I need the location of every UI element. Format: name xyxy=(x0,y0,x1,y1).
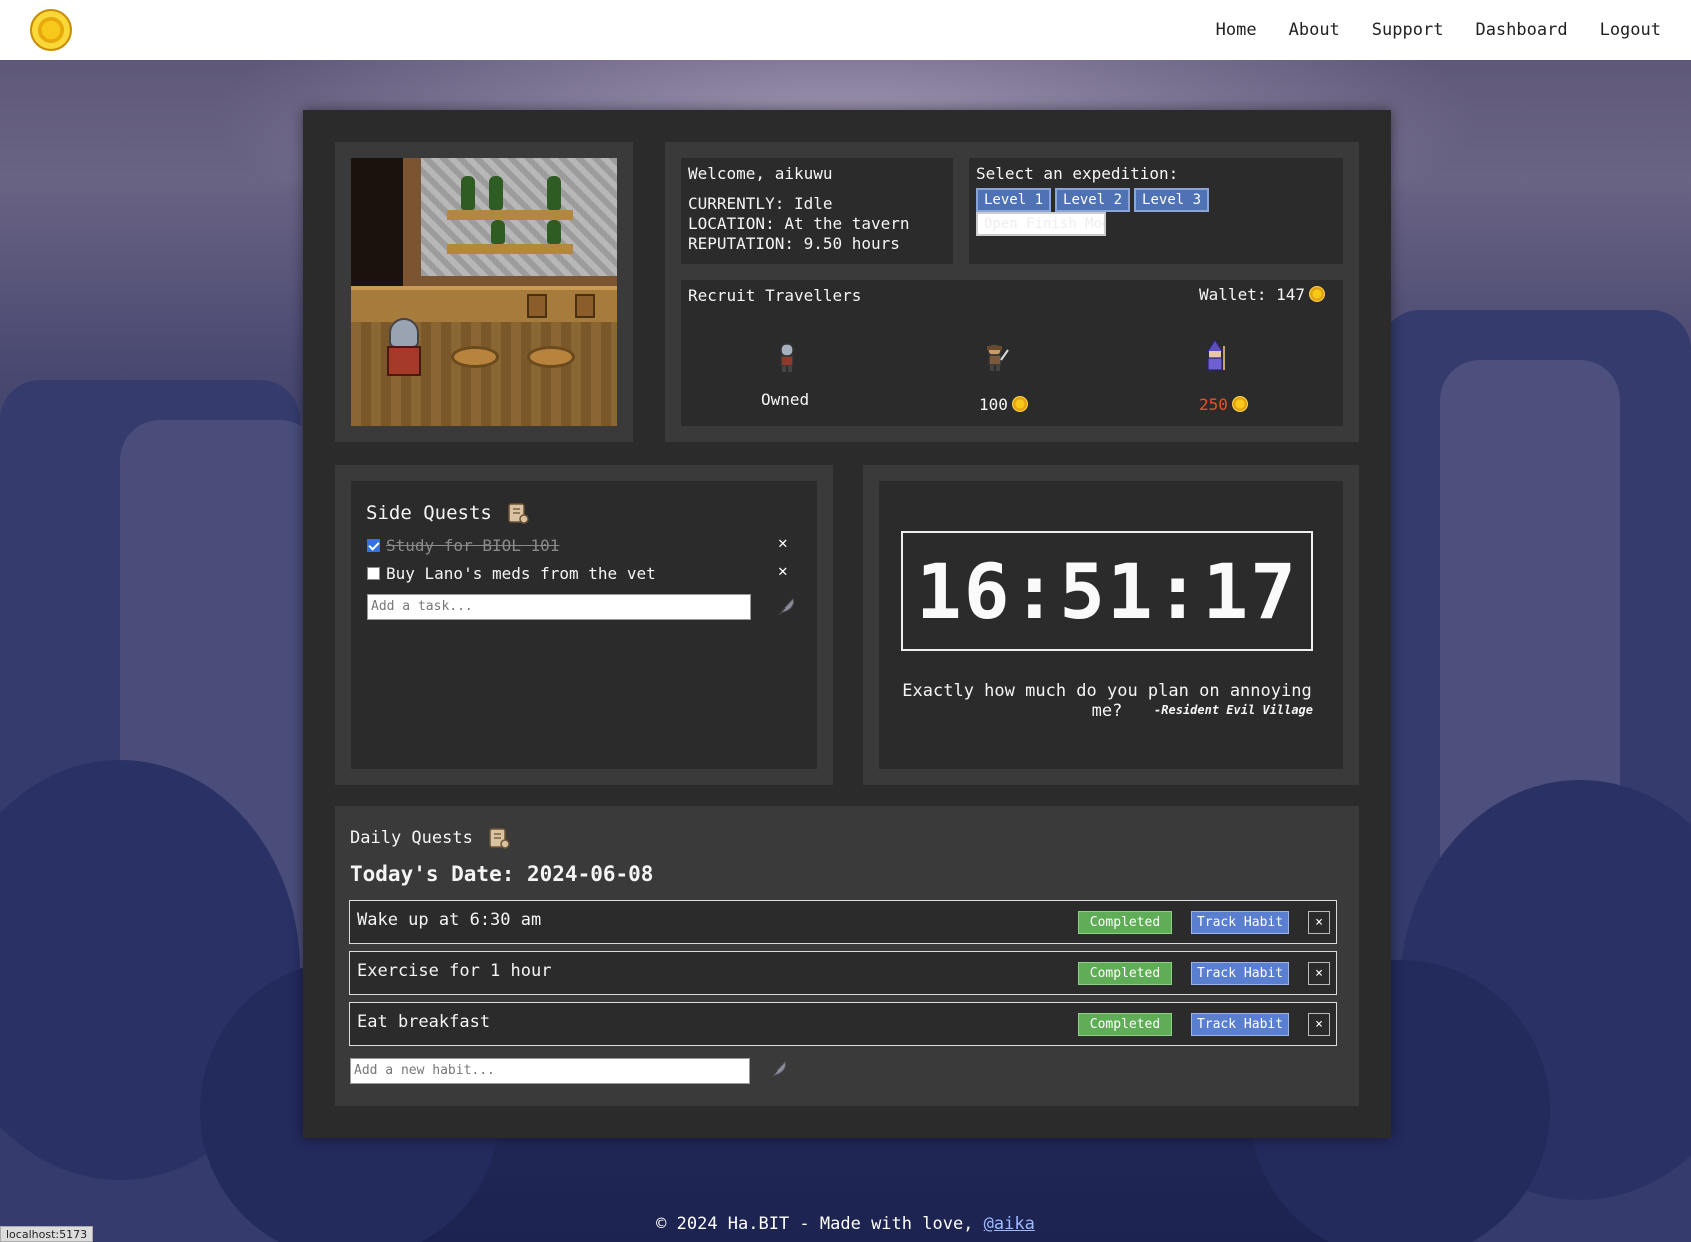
gold-coin-icon[interactable] xyxy=(30,9,72,51)
delete-habit-button[interactable]: × xyxy=(1308,962,1330,985)
coin-icon xyxy=(1011,396,1028,412)
scroll-icon xyxy=(489,828,510,849)
habit-row: Eat breakfast Completed Track Habit × xyxy=(349,1002,1337,1046)
daily-quests-title: Daily Quests xyxy=(350,828,473,848)
daily-quests-card: Daily Quests Today's Date: 2024-06-08 Wa… xyxy=(335,806,1359,1106)
clock-time: 16:51:17 xyxy=(915,546,1299,636)
knight-sprite-icon[interactable] xyxy=(773,342,801,374)
delete-habit-button[interactable]: × xyxy=(1308,911,1330,934)
status-bar-url: localhost:5173 xyxy=(0,1226,94,1242)
current-location: LOCATION: At the tavern xyxy=(688,214,910,233)
expedition-level-3-button[interactable]: Level 3 xyxy=(1134,188,1210,212)
delete-habit-button[interactable]: × xyxy=(1308,1013,1330,1036)
wizard-sprite-icon[interactable] xyxy=(1201,340,1229,372)
nav-support-link[interactable]: Support xyxy=(1372,20,1444,40)
knight-owned-status: Owned xyxy=(761,390,810,409)
nav-dashboard-link[interactable]: Dashboard xyxy=(1475,20,1567,40)
scroll-icon xyxy=(508,503,529,524)
habit-label: Wake up at 6:30 am xyxy=(357,910,542,930)
side-quests-header: Side Quests xyxy=(366,501,530,525)
task-label: Buy Lano's meds from the vet xyxy=(386,564,656,583)
wizard-price[interactable]: 250 xyxy=(1199,395,1248,415)
dashboard-panel: Welcome, aikuwu CURRENTLY: Idle LOCATION… xyxy=(303,110,1391,1138)
quill-icon[interactable] xyxy=(775,596,797,618)
task-item[interactable]: Study for BIOL 101 xyxy=(367,536,559,556)
add-task-input[interactable]: Add a task... xyxy=(367,594,751,620)
footer-author-link[interactable]: @aika xyxy=(984,1214,1035,1234)
task-item[interactable]: Buy Lano's meds from the vet xyxy=(367,564,656,584)
side-quests-card: Side Quests Study for BIOL 101 ✕ Buy Lan… xyxy=(335,465,833,785)
nav-links: Home About Support Dashboard Logout xyxy=(1216,20,1661,40)
habit-completed-button[interactable]: Completed xyxy=(1078,1013,1172,1036)
recruit-title: Recruit Travellers xyxy=(688,286,862,305)
habit-row: Exercise for 1 hour Completed Track Habi… xyxy=(349,951,1337,995)
expedition-level-2-button[interactable]: Level 2 xyxy=(1055,188,1131,212)
wallet-balance: Wallet: 147 xyxy=(1199,285,1305,304)
player-status-box: Welcome, aikuwu CURRENTLY: Idle LOCATION… xyxy=(681,158,953,264)
habit-completed-button[interactable]: Completed xyxy=(1078,911,1172,934)
task-checkbox-checked[interactable] xyxy=(367,539,380,552)
footer-text: © 2024 Ha.BIT - Made with love, xyxy=(656,1214,984,1234)
nav-home-link[interactable]: Home xyxy=(1216,20,1257,40)
habit-label: Exercise for 1 hour xyxy=(357,961,552,981)
coin-icon xyxy=(1231,396,1248,412)
nav-logout-link[interactable]: Logout xyxy=(1600,20,1661,40)
task-label: Study for BIOL 101 xyxy=(386,536,560,555)
wallet-display: Wallet: 147 xyxy=(1199,285,1325,305)
top-navbar: Home About Support Dashboard Logout xyxy=(0,0,1691,60)
track-habit-button[interactable]: Track Habit xyxy=(1191,911,1289,934)
track-habit-button[interactable]: Track Habit xyxy=(1191,962,1289,985)
current-activity: CURRENTLY: Idle xyxy=(688,194,833,213)
digital-clock: 16:51:17 xyxy=(901,531,1313,651)
welcome-text: Welcome, aikuwu xyxy=(688,164,833,183)
reputation-value: REPUTATION: 9.50 hours xyxy=(688,234,900,253)
tavern-scene-image xyxy=(351,158,617,426)
open-finish-modal-button[interactable]: Open Finish Modal xyxy=(976,212,1106,236)
clock-card: 16:51:17 Exactly how much do you plan on… xyxy=(863,465,1359,785)
daily-quests-header: Daily Quests xyxy=(350,826,511,850)
habit-row: Wake up at 6:30 am Completed Track Habit… xyxy=(349,900,1337,944)
clock-box: 16:51:17 Exactly how much do you plan on… xyxy=(879,481,1343,769)
expedition-level-1-button[interactable]: Level 1 xyxy=(976,188,1052,212)
ranger-price[interactable]: 100 xyxy=(979,395,1028,415)
quill-icon[interactable] xyxy=(767,1059,789,1081)
coin-icon xyxy=(1309,286,1325,302)
footer: © 2024 Ha.BIT - Made with love, @aika xyxy=(0,1214,1691,1234)
habit-completed-button[interactable]: Completed xyxy=(1078,962,1172,985)
delete-task-button[interactable]: ✕ xyxy=(778,533,788,552)
ranger-price-value: 100 xyxy=(979,395,1008,414)
ranger-sprite-icon[interactable] xyxy=(981,342,1009,374)
track-habit-button[interactable]: Track Habit xyxy=(1191,1013,1289,1036)
task-checkbox[interactable] xyxy=(367,567,380,580)
recruit-travellers-box: Recruit Travellers Wallet: 147 Owned 100 xyxy=(681,280,1343,426)
tavern-scene-card xyxy=(335,142,633,442)
side-quests-box: Side Quests Study for BIOL 101 ✕ Buy Lan… xyxy=(351,481,817,769)
quote-source: -Resident Evil Village xyxy=(1154,703,1313,717)
habit-label: Eat breakfast xyxy=(357,1012,491,1032)
expedition-box: Select an expedition: Level 1 Level 2 Leve… xyxy=(969,158,1343,264)
add-habit-input[interactable]: Add a new habit... xyxy=(350,1058,750,1084)
expedition-title: Select an expedition: xyxy=(976,164,1179,183)
todays-date: Today's Date: 2024-06-08 xyxy=(350,862,654,886)
nav-about-link[interactable]: About xyxy=(1289,20,1340,40)
wizard-price-value: 250 xyxy=(1199,395,1228,414)
delete-task-button[interactable]: ✕ xyxy=(778,561,788,580)
side-quests-title: Side Quests xyxy=(366,502,492,524)
status-card: Welcome, aikuwu CURRENTLY: Idle LOCATION… xyxy=(665,142,1359,442)
